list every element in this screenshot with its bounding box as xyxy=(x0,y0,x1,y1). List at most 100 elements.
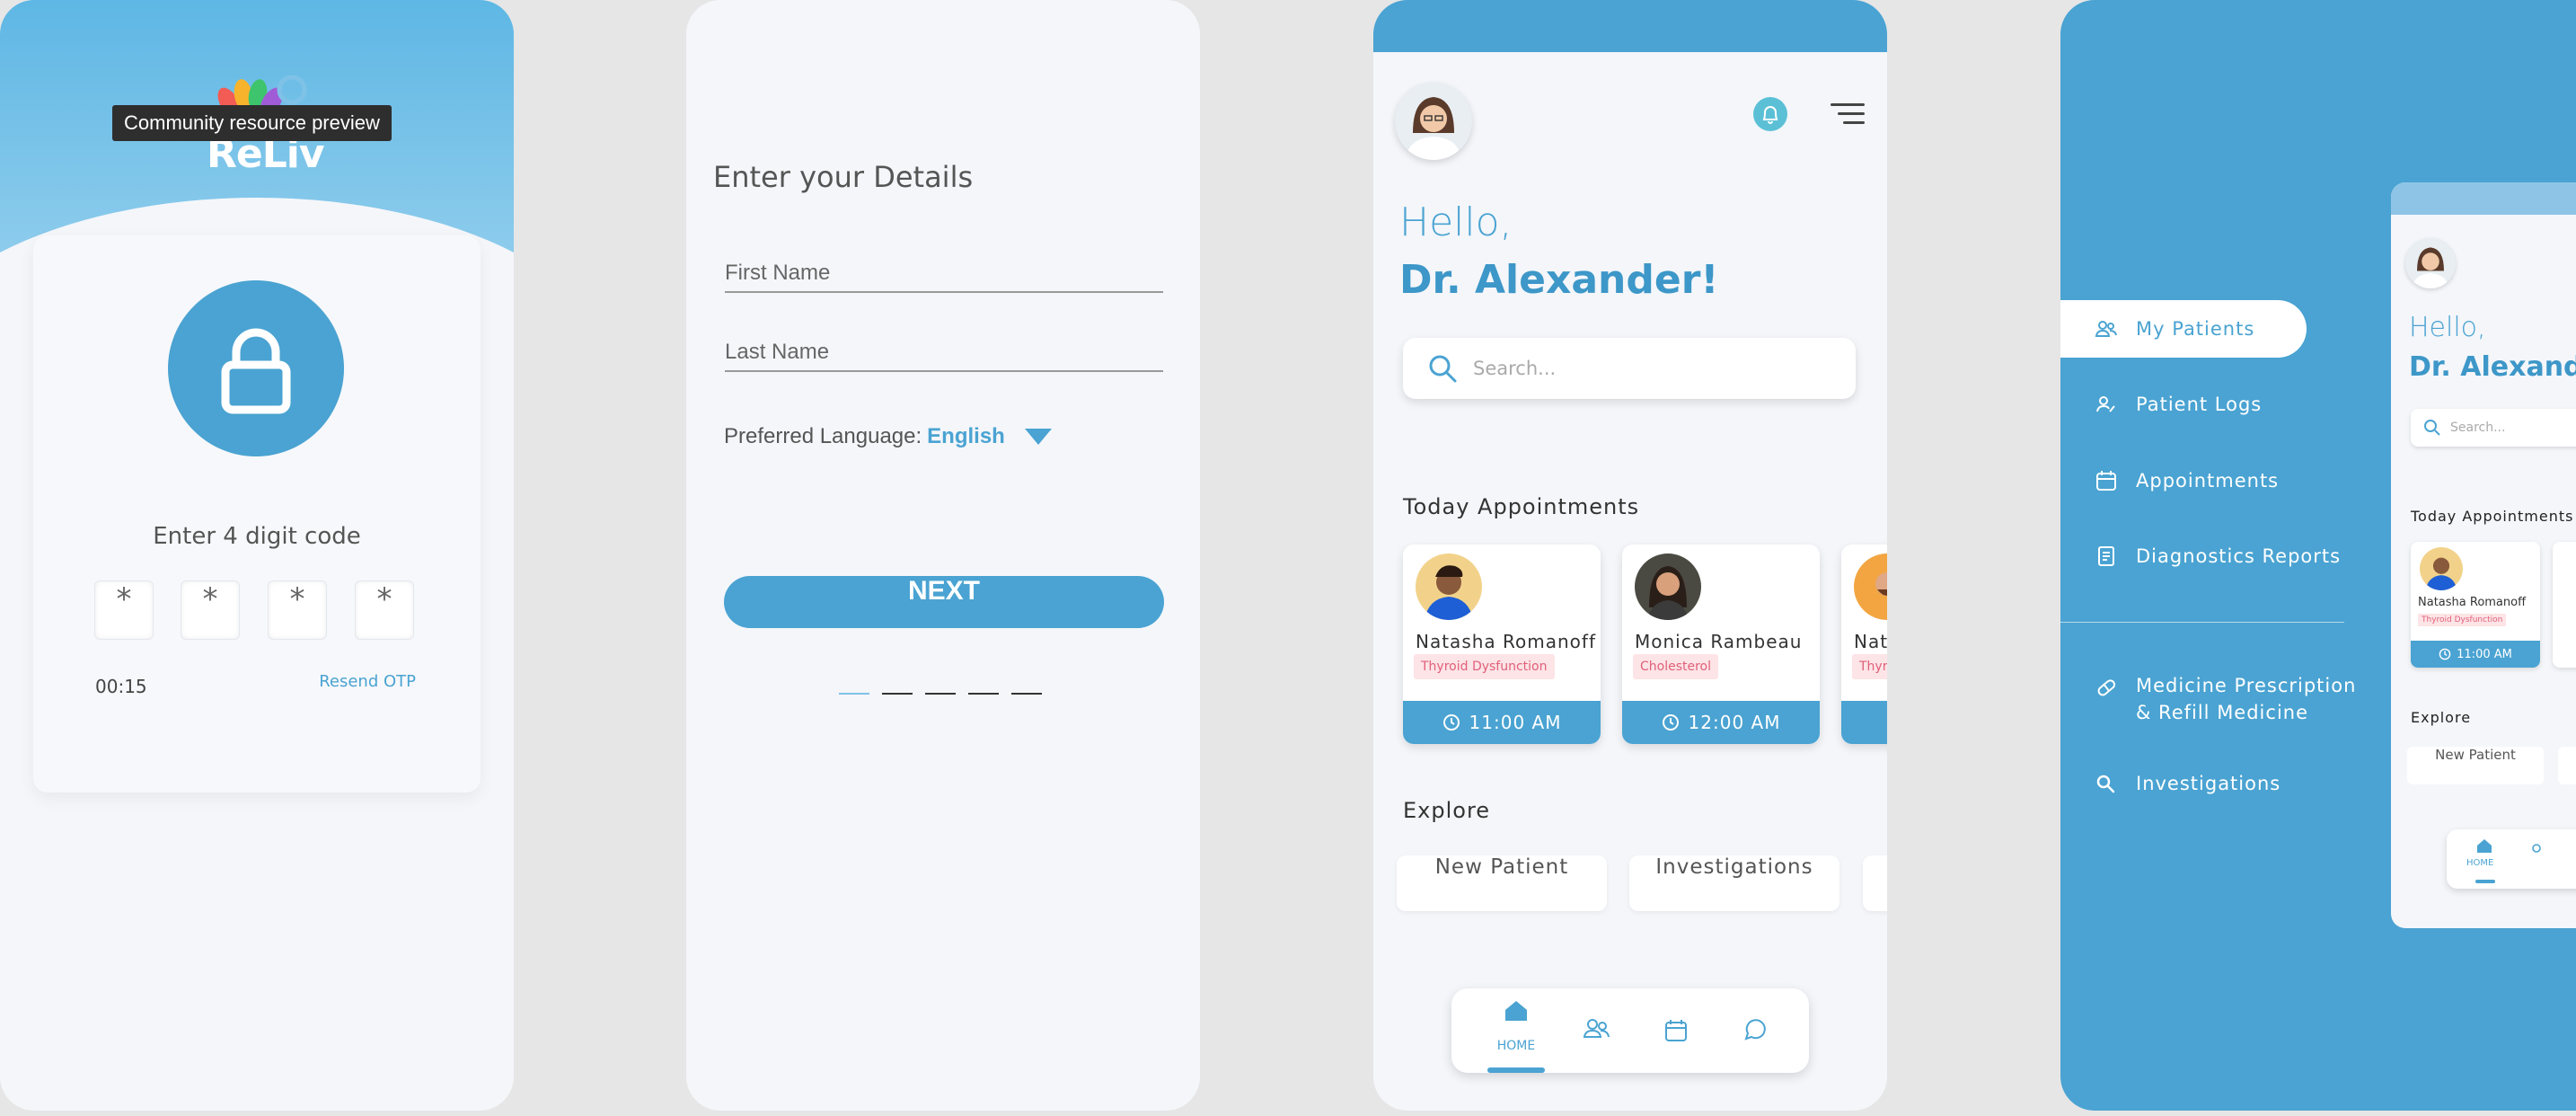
report-icon xyxy=(2098,546,2114,566)
lock-circle xyxy=(168,280,344,456)
patient-avatar xyxy=(1635,554,1701,620)
menu-item-label: Investigations xyxy=(2136,773,2281,794)
preview-appointment-time-label: 11:00 AM xyxy=(2457,647,2512,661)
otp-digit-4[interactable]: * xyxy=(355,580,414,640)
condition-tag: Thyroid Dysfunction xyxy=(1414,654,1555,679)
condition-tag: Cholesterol xyxy=(1633,654,1719,679)
preview-doctor-avatar xyxy=(2405,238,2456,288)
code-label: Enter 4 digit code xyxy=(153,523,361,550)
explore-title: Explore xyxy=(1403,798,1491,823)
preview-tooltip: Community resource preview xyxy=(112,105,392,141)
preview-appointment-time: 11:00 AM xyxy=(2411,641,2540,668)
preview-explore-title: Explore xyxy=(2411,709,2472,726)
preview-patient-name: Natasha Romanoff xyxy=(2418,596,2527,609)
doctor-name: Dr. Alexander! xyxy=(1399,257,1719,303)
menu-item-my-patients[interactable]: My Patients xyxy=(2060,300,2307,358)
patient-avatar xyxy=(1854,554,1887,620)
menu-item-label-line2: & Refill Medicine xyxy=(2136,702,2309,723)
patients-icon xyxy=(2095,321,2117,337)
next-button[interactable]: NEXT xyxy=(724,576,1164,628)
otp-digit-1[interactable]: * xyxy=(94,580,154,640)
last-name-field[interactable]: Last Name xyxy=(725,332,1163,372)
preview-explore-more xyxy=(2558,747,2576,784)
calendar-icon xyxy=(1665,1020,1687,1041)
appointment-card[interactable]: Monica Rambeau Cholesterol 12:00 AM xyxy=(1622,545,1820,744)
appointment-time-label: 11:00 AM xyxy=(1469,712,1562,733)
menu-item-medicine-prescription[interactable]: Medicine Prescription & Refill Medicine xyxy=(2060,661,2356,739)
search-input[interactable]: Search... xyxy=(1403,338,1856,399)
preview-bottom-navigation: HOME xyxy=(2447,829,2576,889)
language-label: Preferred Language: xyxy=(724,424,922,448)
condition-tag: Thyro xyxy=(1852,654,1887,679)
menu-item-diagnostics-reports[interactable]: Diagnostics Reports xyxy=(2060,527,2341,585)
top-bar xyxy=(1373,0,1887,52)
search-icon xyxy=(2096,775,2115,793)
side-menu-screen: My Patients Patient Logs Appointments Di… xyxy=(2060,0,2576,1111)
nav-home[interactable]: HOME xyxy=(1480,988,1552,1073)
clock-icon xyxy=(1662,714,1679,731)
preview-new-patient-button: New Patient xyxy=(2407,747,2544,784)
patient-avatar xyxy=(1416,554,1482,620)
resend-otp-link[interactable]: Resend OTP xyxy=(319,672,416,691)
appointment-time: 12:00 AM xyxy=(1622,701,1820,744)
nav-chat[interactable] xyxy=(1719,988,1791,1073)
appointment-time-label: 12:00 AM xyxy=(1688,712,1781,733)
patients-icon xyxy=(1583,1019,1610,1038)
menu-item-patient-logs[interactable]: Patient Logs xyxy=(2060,376,2262,433)
home-icon xyxy=(1505,1001,1527,1021)
nav-patients[interactable] xyxy=(1561,988,1633,1073)
preview-home-label: HOME xyxy=(2466,858,2494,868)
preview-appointment-card-2 xyxy=(2553,542,2576,668)
step-indicator-5 xyxy=(1011,693,1042,695)
menu-item-appointments[interactable]: Appointments xyxy=(2060,452,2279,509)
appointments-title: Today Appointments xyxy=(1403,494,1640,519)
menu-item-investigations[interactable]: Investigations xyxy=(2060,755,2280,812)
greeting: Hello, xyxy=(1399,199,1513,245)
doctor-avatar[interactable] xyxy=(1395,83,1472,160)
search-placeholder: Search... xyxy=(1473,358,1557,379)
home-preview-panel[interactable]: Hello, Dr. Alexander! Search... Today Ap… xyxy=(2391,182,2576,928)
appointment-card[interactable]: Natasha Romanoff Thyroid Dysfunction 11:… xyxy=(1403,545,1601,744)
investigations-button[interactable]: Investigations xyxy=(1629,855,1839,911)
hamburger-menu-icon[interactable] xyxy=(1827,101,1866,128)
page-title: Enter your Details xyxy=(713,160,974,194)
otp-timer: 00:15 xyxy=(95,676,147,697)
bottom-navigation: HOME xyxy=(1451,988,1809,1073)
dropdown-arrow-icon[interactable] xyxy=(1023,427,1054,447)
new-patient-button[interactable]: New Patient xyxy=(1397,855,1607,911)
preview-patient-avatar xyxy=(2420,547,2463,590)
language-value[interactable]: English xyxy=(927,424,1005,449)
explore-more-button[interactable] xyxy=(1863,855,1887,911)
otp-digit-3[interactable]: * xyxy=(268,580,327,640)
patient-name: Monica Rambeau xyxy=(1635,631,1803,652)
preview-appointment-card: Natasha Romanoff Thyroid Dysfunction 11:… xyxy=(2411,542,2540,668)
language-selector[interactable]: Preferred Language: English xyxy=(724,424,1054,449)
menu-item-label: Appointments xyxy=(2136,470,2280,492)
appointment-card[interactable]: Nat Thyro xyxy=(1841,545,1887,744)
notification-bell-icon[interactable] xyxy=(1753,97,1787,131)
first-name-field[interactable]: First Name xyxy=(725,253,1163,293)
otp-card: Enter 4 digit code * * * * 00:15 Resend … xyxy=(33,235,481,793)
preview-top-bar xyxy=(2391,182,2576,215)
appointment-time xyxy=(1841,701,1887,744)
patient-name: Nat xyxy=(1854,631,1887,652)
pill-icon xyxy=(2097,679,2116,696)
appointment-time: 11:00 AM xyxy=(1403,701,1601,744)
home-label: HOME xyxy=(1496,1039,1536,1053)
chat-icon xyxy=(1744,1019,1766,1041)
menu-item-label: Patient Logs xyxy=(2136,394,2263,415)
details-screen: Enter your Details First Name Last Name … xyxy=(686,0,1200,1111)
otp-digit-2[interactable]: * xyxy=(181,580,240,640)
preview-search-placeholder: Search... xyxy=(2450,421,2506,435)
nav-calendar[interactable] xyxy=(1640,988,1712,1073)
clock-icon xyxy=(2439,648,2451,660)
active-indicator xyxy=(1487,1067,1545,1073)
lock-icon xyxy=(221,328,291,414)
search-icon xyxy=(1429,355,1457,383)
patient-logs-icon xyxy=(2096,396,2115,412)
home-screen: Hello, Dr. Alexander! Search... Today Ap… xyxy=(1373,0,1887,1111)
step-indicator-3 xyxy=(925,693,956,695)
menu-item-label: My Patients xyxy=(2136,318,2255,340)
menu-item-label-line1: Medicine Prescription xyxy=(2136,675,2357,696)
step-indicator-2 xyxy=(882,693,913,695)
